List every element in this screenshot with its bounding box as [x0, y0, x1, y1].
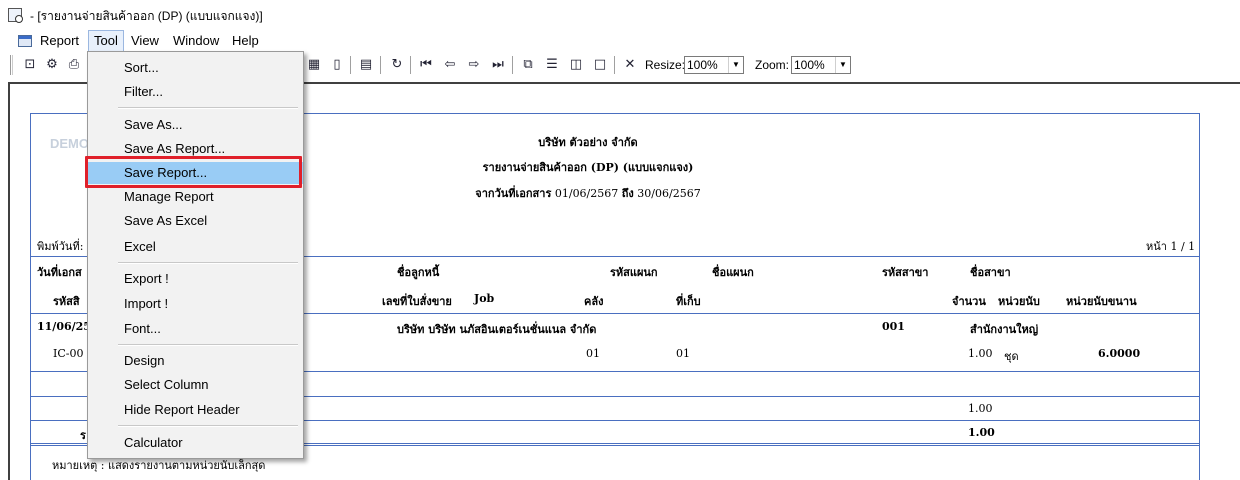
prev-page-icon[interactable]: ⇦ — [440, 55, 460, 75]
col-qty: จำนวน — [952, 295, 986, 308]
line-product: IC-00 — [53, 347, 84, 360]
menu-item-hide-report-header[interactable]: Hide Report Header — [88, 399, 303, 421]
menu-item-import[interactable]: Import ! — [88, 293, 303, 315]
date-from: 01/06/2567 — [554, 187, 619, 200]
subtotal-qty: 1.00 — [968, 402, 993, 415]
toolbar-separator — [410, 56, 412, 74]
col-unit: หน่วยนับ — [998, 295, 1040, 308]
menu-item-excel[interactable]: Excel — [88, 236, 303, 258]
group-customer: บริษัท บริษัท นภัสอินเตอร์เนชั่นแนล จำกั… — [397, 323, 597, 336]
group-branch-name: สำนักงานใหญ่ — [970, 323, 1039, 336]
highlight-box — [85, 156, 302, 188]
full-page-icon[interactable]: □ — [590, 55, 610, 75]
menu-separator — [118, 107, 298, 109]
print-date-label: พิมพ์วันที่: — [37, 240, 84, 253]
toolbar-separator — [380, 56, 382, 74]
toolbar-grip[interactable] — [10, 55, 13, 75]
menu-item-calculator[interactable]: Calculator — [88, 432, 303, 454]
menu-item-sort[interactable]: Sort... — [88, 57, 303, 79]
menu-item-save-as[interactable]: Save As... — [88, 114, 303, 136]
page-number: หน้า 1 / 1 — [1146, 237, 1195, 255]
resize-label: Resize: — [645, 58, 686, 72]
total-label: ร — [80, 429, 86, 442]
menu-separator — [118, 425, 298, 427]
window-title: - [รายงานจ่ายสินค้าออก (DP) (แบบแจกแจง)] — [30, 9, 263, 23]
company-name: บริษัท ตัวอย่าง จำกัด — [538, 136, 638, 149]
line-location: 01 — [676, 347, 690, 360]
print-icon[interactable]: ⎙ — [64, 55, 84, 75]
menu-item-export[interactable]: Export ! — [88, 268, 303, 290]
col-job: Job — [474, 292, 495, 305]
line-warehouse: 01 — [586, 347, 600, 360]
next-page-icon[interactable]: ⇨ — [464, 55, 484, 75]
report-title: รายงานจ่ายสินค้าออก (DP) (แบบแจกแจง) — [482, 161, 694, 174]
page-width-icon[interactable]: ☰ — [542, 55, 562, 75]
chevron-down-icon[interactable]: ▼ — [835, 57, 850, 73]
preview-icon[interactable]: ⊡ — [20, 55, 40, 75]
menu-bar: Report Tool View Window Help — [0, 30, 1240, 52]
document-window-icon[interactable] — [18, 35, 32, 47]
menu-item-select-column[interactable]: Select Column — [88, 374, 303, 396]
menu-view[interactable]: View — [126, 30, 164, 52]
resize-select[interactable]: 100% ▼ — [684, 56, 744, 74]
calculator-icon[interactable]: ▤ — [356, 55, 376, 75]
zoom-select[interactable]: 100% ▼ — [791, 56, 851, 74]
demo-watermark: DEMO — [50, 136, 89, 151]
menu-window[interactable]: Window — [168, 30, 224, 52]
col-branch-name: ชื่อสาขา — [970, 266, 1011, 279]
menu-item-manage-report[interactable]: Manage Report — [88, 186, 303, 208]
menu-tool[interactable]: Tool — [88, 30, 124, 52]
tool-menu-dropdown: Sort... Filter... Save As... Save As Rep… — [87, 51, 304, 459]
menu-item-font[interactable]: Font... — [88, 318, 303, 340]
toolbar-separator — [512, 56, 514, 74]
date-to-label: ถึง — [621, 187, 634, 200]
two-page-icon[interactable]: ◫ — [566, 55, 586, 75]
grid-icon[interactable]: ▦ — [304, 55, 324, 75]
multi-page-icon[interactable]: ⧉ — [518, 55, 538, 75]
page-value: 1 / 1 — [1170, 240, 1196, 253]
resize-value: 100% — [687, 58, 718, 72]
zoom-label: Zoom: — [755, 58, 790, 72]
col-product-code: รหัสสิ — [53, 295, 80, 308]
col-order-no: เลขที่ใบสั่งขาย — [382, 295, 452, 308]
menu-item-design[interactable]: Design — [88, 350, 303, 372]
date-to: 30/06/2567 — [637, 187, 701, 200]
col-branch-code: รหัสสาขา — [882, 266, 929, 279]
col-dept-code: รหัสแผนก — [610, 266, 658, 279]
col-warehouse: คลัง — [584, 295, 604, 308]
chevron-down-icon[interactable]: ▼ — [728, 57, 743, 73]
menu-item-save-as-excel[interactable]: Save As Excel — [88, 210, 303, 232]
page-label: หน้า — [1146, 240, 1167, 253]
toolbar-separator — [614, 56, 616, 74]
col-doc-date: วันที่เอกส — [37, 266, 82, 279]
print-preview-icon — [8, 8, 23, 23]
date-range: จากวันที่เอกสาร 01/06/2567 ถึง 30/06/256… — [475, 184, 700, 202]
close-icon[interactable]: ✕ — [620, 55, 640, 75]
line-std-qty: 6.0000 — [1098, 347, 1141, 360]
last-page-icon[interactable]: ⏭ — [488, 55, 508, 75]
page-setup-icon[interactable]: ⚙ — [42, 55, 62, 75]
menu-item-filter[interactable]: Filter... — [88, 81, 303, 103]
line-qty: 1.00 — [968, 347, 993, 360]
toolbar-separator — [350, 56, 352, 74]
first-page-icon[interactable]: ⏮ — [416, 55, 436, 75]
total-qty: 1.00 — [968, 426, 995, 439]
refresh-icon[interactable]: ↻ — [387, 55, 407, 75]
title-bar: - [รายงานจ่ายสินค้าออก (DP) (แบบแจกแจง)] — [0, 0, 1240, 30]
fit-height-icon[interactable]: ▯ — [327, 55, 347, 75]
menu-help[interactable]: Help — [227, 30, 264, 52]
col-dept-name: ชื่อแผนก — [712, 266, 754, 279]
zoom-value: 100% — [794, 58, 825, 72]
date-range-label: จากวันที่เอกสาร — [475, 187, 552, 200]
line-unit: ชุด — [1004, 350, 1019, 363]
menu-report[interactable]: Report — [35, 30, 84, 52]
group-branch-code: 001 — [882, 320, 905, 333]
col-customer: ชื่อลูกหนี้ — [397, 266, 440, 279]
menu-separator — [118, 262, 298, 264]
col-location: ที่เก็บ — [676, 295, 701, 308]
col-std-unit: หน่วยนับขนาน — [1066, 295, 1137, 308]
menu-separator — [118, 344, 298, 346]
